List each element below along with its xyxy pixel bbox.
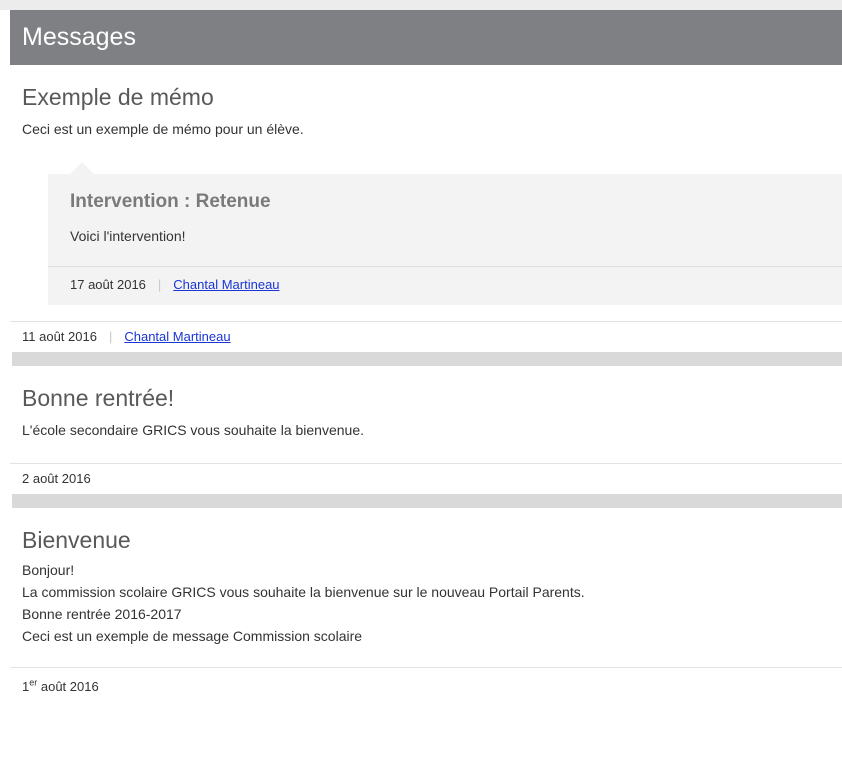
intervention-body: Voici l'intervention! [70, 228, 186, 244]
panel-title: Messages [22, 23, 136, 51]
date-rest: août 2016 [37, 679, 99, 695]
message-date: 11 août 2016 [22, 329, 97, 344]
message-footer: 11 août 2016 | Chantal Martineau [10, 321, 842, 352]
message-date: 2 août 2016 [22, 471, 91, 486]
intervention-footer: 17 août 2016 | Chantal Martineau [48, 266, 842, 305]
intervention-author-link[interactable]: Chantal Martineau [173, 277, 279, 292]
intervention-title: Intervention : Retenue [70, 191, 271, 212]
panel-header: Messages [10, 10, 842, 65]
message-line: Bonjour! [22, 562, 75, 578]
message-line: Bonne rentrée 2016-2017 [22, 606, 182, 622]
message-separator [12, 494, 842, 508]
message-title: Bonne rentrée! [22, 385, 175, 411]
message-item: Bienvenue Bonjour! La commission scolair… [10, 508, 842, 698]
message-line: La commission scolaire GRICS vous souhai… [22, 584, 585, 600]
message-item: Exemple de mémo Ceci est un exemple de m… [10, 65, 842, 366]
messages-panel: Messages Exemple de mémo Ceci est un exe… [10, 10, 842, 784]
footer-divider: | [157, 277, 162, 292]
intervention-date: 17 août 2016 [70, 277, 146, 292]
message-separator [12, 352, 842, 366]
message-title: Bienvenue [22, 527, 131, 553]
intervention-card: Intervention : Retenue Voici l'intervent… [48, 162, 842, 305]
message-date: 1er août 2016 [22, 678, 99, 695]
footer-divider: | [108, 329, 113, 344]
message-author-link[interactable]: Chantal Martineau [124, 329, 230, 344]
message-item: Bonne rentrée! L'école secondaire GRICS … [10, 366, 842, 508]
message-body: Bonjour! La commission scolaire GRICS vo… [22, 559, 842, 647]
message-title: Exemple de mémo [22, 84, 214, 110]
message-body: Ceci est un exemple de mémo pour un élèv… [22, 121, 304, 137]
message-footer: 1er août 2016 [10, 667, 842, 698]
top-strip [0, 0, 842, 10]
message-footer: 2 août 2016 [10, 463, 842, 494]
message-body: L'école secondaire GRICS vous souhaite l… [22, 422, 364, 438]
message-line: Ceci est un exemple de message Commissio… [22, 628, 363, 644]
